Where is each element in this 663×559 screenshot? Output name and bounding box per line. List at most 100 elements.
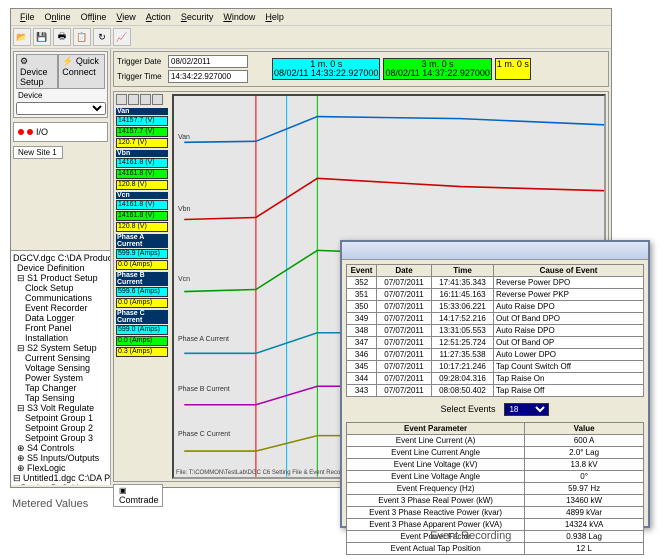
menu-action[interactable]: Action (141, 11, 176, 23)
value-readout: 599.0 (Amps) (116, 325, 168, 335)
table-row[interactable]: 35007/07/201115:33:06.221Auto Raise DPO (347, 301, 644, 313)
table-row: Event 3 Phase Real Power (kW)13460 kW (347, 495, 644, 507)
tree-node[interactable]: Device Definition (13, 263, 108, 273)
tool-open-icon[interactable]: 📂 (13, 28, 31, 46)
led-icon (18, 129, 24, 135)
tool-save-icon[interactable]: 💾 (33, 28, 51, 46)
tree-node[interactable]: ⊕ S4 Controls (13, 443, 108, 453)
table-row[interactable]: 34907/07/201114:17:52.216Out Of Band DPO (347, 313, 644, 325)
chart-sidebar: Van 14157.7 (V) 14157.7 (V) 120.7 (V) Vb… (114, 92, 170, 481)
tree-node[interactable]: Tap Sensing (13, 393, 108, 403)
tree-node[interactable]: Power System (13, 373, 108, 383)
column-header[interactable]: Date (377, 265, 432, 277)
tab-comtrade[interactable]: ▣ Comtrade (113, 484, 163, 507)
axis-label: Phase A Current (178, 336, 229, 343)
table-row: Event 3 Phase Apparent Power (kVA)14324 … (347, 519, 644, 531)
tree-node[interactable]: Front Panel (13, 323, 108, 333)
tree-node[interactable]: ⊟ Untitled1.dgc C:\DA Products\DG (13, 473, 108, 483)
tree-node[interactable]: Current Sensing (13, 353, 108, 363)
io-label: I/O (36, 127, 48, 137)
select-events-dropdown[interactable]: 18 (504, 403, 549, 416)
value-readout: 599.9 (Amps) (116, 249, 168, 259)
chart-tool-icon[interactable] (128, 94, 139, 105)
tree-node[interactable]: Communications (13, 293, 108, 303)
value-readout: 14157.7 (V) (116, 127, 168, 137)
value-readout: 14161.8 (V) (116, 200, 168, 210)
column-header[interactable]: Cause of Event (494, 265, 644, 277)
chart-tool-icon[interactable] (116, 94, 127, 105)
trigger-bar: Trigger Date Trigger Time 1 m. 0 s08/02/… (113, 51, 609, 87)
table-row[interactable]: 34607/07/201111:27:35.538Auto Lower DPO (347, 349, 644, 361)
caption-metered: Metered Values (12, 498, 88, 510)
column-header: Event Parameter (347, 423, 525, 435)
menu-view[interactable]: View (111, 11, 140, 23)
table-row[interactable]: 34807/07/201113:31:05.553Auto Raise DPO (347, 325, 644, 337)
event-list-table[interactable]: EventDateTimeCause of Event 35207/07/201… (346, 264, 644, 397)
io-indicator[interactable]: I/O (13, 122, 108, 142)
device-tree[interactable]: DGCV.dgc C:\DA Product\DGC▲ Device Defin… (11, 250, 110, 485)
tree-node[interactable]: Device Definition (13, 483, 108, 485)
tool-copy-icon[interactable]: 📋 (73, 28, 91, 46)
table-row[interactable]: 34307/07/201108:08:50.402Tap Raise Off (347, 385, 644, 397)
tree-node[interactable]: Installation (13, 333, 108, 343)
tree-node[interactable]: DGCV.dgc C:\DA Product\DGC▲ (13, 253, 108, 263)
device-select[interactable] (16, 102, 106, 115)
trigger-date-input[interactable] (168, 55, 248, 68)
timestamp-post: 3 m. 0 s08/02/11 14:37:22.927000 (383, 58, 491, 80)
menu-online[interactable]: Online (40, 11, 76, 23)
value-readout: 14157.7 (V) (116, 116, 168, 126)
tool-refresh-icon[interactable]: ↻ (93, 28, 111, 46)
axis-label: Vbn (178, 206, 190, 213)
timestamp-window: 1 m. 0 s (495, 58, 531, 80)
tree-node[interactable]: Event Recorder (13, 303, 108, 313)
table-row[interactable]: 35207/07/201117:41:35.343Reverse Power D… (347, 277, 644, 289)
menu-file[interactable]: File (15, 11, 40, 23)
table-row: Event Line Current Angle2.0° Lag (347, 447, 644, 459)
table-row[interactable]: 34407/07/201109:28:04.316Tap Raise On (347, 373, 644, 385)
site-tab[interactable]: New Site 1 (13, 146, 63, 159)
trigger-time-input[interactable] (168, 70, 248, 83)
tab-quick-connect[interactable]: ⚡ Quick Connect (58, 54, 105, 89)
tree-node[interactable]: Data Logger (13, 313, 108, 323)
tab-device-setup[interactable]: ⚙ Device Setup (16, 54, 58, 89)
menu-security[interactable]: Security (176, 11, 219, 23)
tool-chart-icon[interactable]: 📈 (113, 28, 131, 46)
tree-node[interactable]: Tap Changer (13, 383, 108, 393)
tree-node[interactable]: ⊕ FlexLogic (13, 463, 108, 473)
toolbar: 📂 💾 🖶 📋 ↻ 📈 (11, 26, 611, 49)
value-readout: 120.8 (V) (116, 180, 168, 190)
chart-tool-icon[interactable] (140, 94, 151, 105)
tree-node[interactable]: ⊕ S5 Inputs/Outputs (13, 453, 108, 463)
column-header[interactable]: Time (432, 265, 494, 277)
value-readout: 0.0 (Amps) (116, 336, 168, 346)
tree-node[interactable]: Setpoint Group 1 (13, 413, 108, 423)
column-header[interactable]: Event (347, 265, 377, 277)
column-header: Value (525, 423, 644, 435)
tree-node[interactable]: ⊟ S3 Volt Regulate (13, 403, 108, 413)
table-row[interactable]: 34507/07/201110:17:21.246Tap Count Switc… (347, 361, 644, 373)
tree-node[interactable]: ⊟ S1 Product Setup (13, 273, 108, 283)
table-row[interactable]: 34707/07/201112:51:25.724Out Of Band OP (347, 337, 644, 349)
tree-node[interactable]: Clock Setup (13, 283, 108, 293)
select-events-label: Select Events (441, 404, 496, 414)
menu-window[interactable]: Window (218, 11, 260, 23)
table-row[interactable]: 35107/07/201116:11:45.163Reverse Power P… (347, 289, 644, 301)
tree-node[interactable]: Setpoint Group 2 (13, 423, 108, 433)
group-van: Van (116, 108, 168, 115)
table-row: Event Line Voltage (kV)13.8 kV (347, 459, 644, 471)
group-vcn: Vcn (116, 192, 168, 199)
value-readout: 14161.8 (V) (116, 169, 168, 179)
device-label: Device (16, 89, 105, 102)
axis-label: Van (178, 134, 190, 141)
menu-offline[interactable]: Offline (76, 11, 112, 23)
event-window-titlebar[interactable] (342, 242, 648, 260)
tree-node[interactable]: ⊟ S2 System Setup (13, 343, 108, 353)
axis-label: Phase B Current (178, 386, 230, 393)
tree-node[interactable]: Setpoint Group 3 (13, 433, 108, 443)
chart-tool-icon[interactable] (152, 94, 163, 105)
tree-node[interactable]: Voltage Sensing (13, 363, 108, 373)
caption-event: Event Recording (430, 530, 511, 542)
value-readout: 14161.8 (V) (116, 211, 168, 221)
menu-help[interactable]: Help (260, 11, 289, 23)
tool-print-icon[interactable]: 🖶 (53, 28, 71, 46)
